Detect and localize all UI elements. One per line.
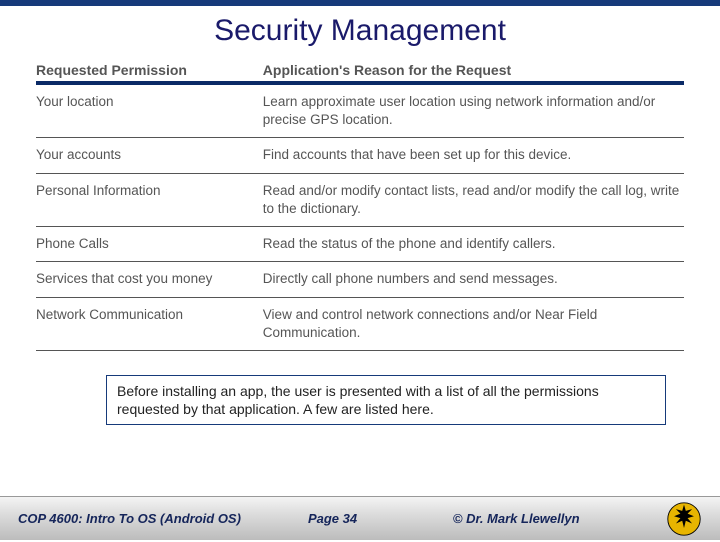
cell-reason: View and control network connections and… <box>263 306 684 342</box>
table-row: Services that cost you money Directly ca… <box>36 262 684 297</box>
content-area: Requested Permission Application's Reaso… <box>0 58 720 540</box>
table-row: Network Communication View and control n… <box>36 298 684 351</box>
cell-permission: Your accounts <box>36 146 263 164</box>
permissions-table: Requested Permission Application's Reaso… <box>36 58 684 351</box>
cell-permission: Services that cost you money <box>36 270 263 288</box>
footer-course: COP 4600: Intro To OS (Android OS) <box>18 511 308 526</box>
table-row: Personal Information Read and/or modify … <box>36 174 684 227</box>
cell-reason: Read and/or modify contact lists, read a… <box>263 182 684 218</box>
cell-reason: Find accounts that have been set up for … <box>263 146 684 164</box>
table-row: Your accounts Find accounts that have be… <box>36 138 684 173</box>
page-title: Security Management <box>0 6 720 58</box>
footer-page: Page 34 <box>308 511 453 526</box>
slide: Security Management Requested Permission… <box>0 0 720 540</box>
table-row: Phone Calls Read the status of the phone… <box>36 227 684 262</box>
cell-reason: Learn approximate user location using ne… <box>263 93 684 129</box>
cell-reason: Directly call phone numbers and send mes… <box>263 270 684 288</box>
cell-reason: Read the status of the phone and identif… <box>263 235 684 253</box>
cell-permission: Your location <box>36 93 263 111</box>
footer-bar: COP 4600: Intro To OS (Android OS) Page … <box>0 496 720 540</box>
header-permission: Requested Permission <box>36 62 263 78</box>
table-row: Your location Learn approximate user loc… <box>36 85 684 138</box>
cell-permission: Phone Calls <box>36 235 263 253</box>
caption-box: Before installing an app, the user is pr… <box>106 375 666 425</box>
cell-permission: Network Communication <box>36 306 263 324</box>
footer-copyright: © Dr. Mark Llewellyn <box>453 511 660 526</box>
header-reason: Application's Reason for the Request <box>263 62 684 78</box>
cell-permission: Personal Information <box>36 182 263 200</box>
table-header-row: Requested Permission Application's Reaso… <box>36 58 684 85</box>
ucf-logo-icon <box>666 501 702 537</box>
